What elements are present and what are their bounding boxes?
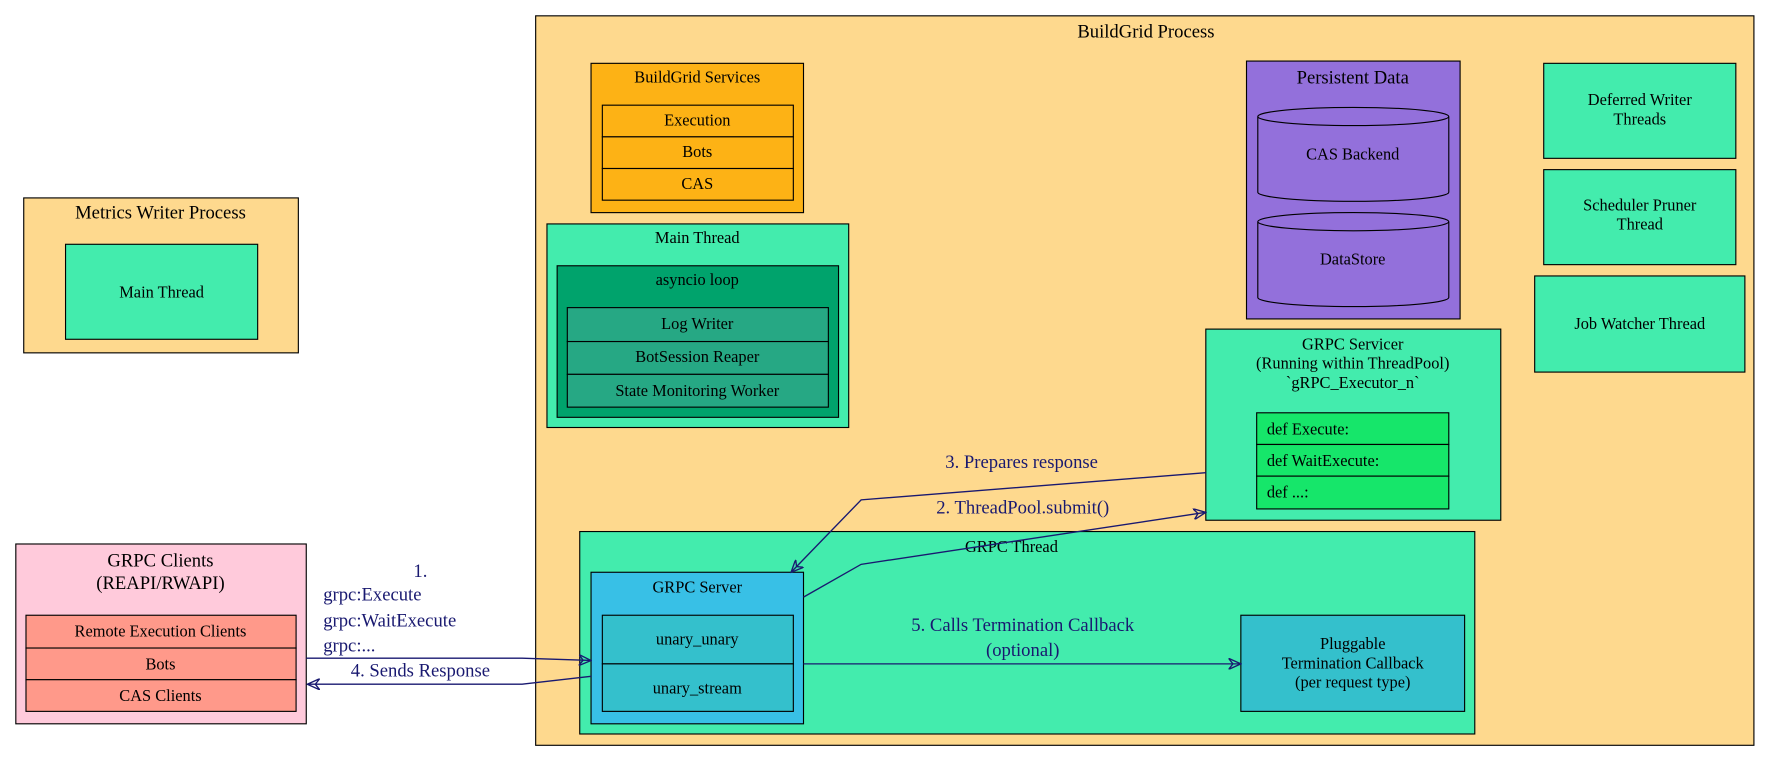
job-watcher-thread: Job Watcher Thread	[1534, 275, 1746, 373]
edge-2-label: 2. ThreadPool.submit()	[936, 497, 1109, 518]
clients-title: GRPC Clients	[107, 551, 213, 572]
edge-1-label: grpc:Execute	[323, 585, 421, 606]
deferred-label: Threads	[1613, 109, 1666, 128]
edge-1-label: grpc:WaitExecute	[323, 611, 456, 632]
clients-row-label: Bots	[145, 655, 175, 674]
services-row-label: Execution	[664, 111, 730, 130]
servicer-row-label: def Execute:	[1267, 419, 1349, 438]
buildgrid-services: BuildGrid Services Execution Bots CAS	[590, 62, 805, 214]
deferred-label: Deferred Writer	[1588, 90, 1693, 109]
asyncio-title: asyncio loop	[656, 270, 739, 289]
metrics-main-thread: Main Thread	[64, 243, 259, 340]
server-row-label: unary_unary	[656, 630, 740, 649]
main-thread: Main Thread asyncio loop Log Writer BotS…	[546, 223, 850, 429]
clients-row-label: Remote Execution Clients	[75, 622, 247, 641]
servicer-title: GRPC Servicer	[1302, 334, 1404, 353]
clients-row-label: CAS Clients	[119, 686, 201, 705]
clients-subtitle: (REAPI/RWAPI)	[96, 573, 224, 594]
pruner-label: Scheduler Pruner	[1583, 195, 1697, 214]
cas-backend-label: CAS Backend	[1306, 144, 1399, 163]
pruner-label: Thread	[1617, 215, 1663, 234]
services-row-label: Bots	[682, 142, 712, 161]
cas-backend-cylinder: CAS Backend	[1257, 106, 1450, 202]
server-row-label: unary_stream	[653, 678, 742, 697]
grpc-clients: GRPC Clients (REAPI/RWAPI) Remote Execut…	[15, 543, 307, 725]
services-row-label: CAS	[681, 174, 713, 193]
asyncio-row-label: State Monitoring Worker	[615, 381, 779, 400]
asyncio-row-label: Log Writer	[661, 314, 734, 333]
scheduler-pruner-thread: Scheduler Pruner Thread	[1543, 169, 1737, 266]
servicer-subtitle: (Running within ThreadPool)	[1256, 354, 1449, 373]
callback-label: Pluggable	[1320, 634, 1385, 653]
servicer-row-label: def WaitExecute:	[1267, 451, 1379, 470]
grpc-servicer: GRPC Servicer (Running within ThreadPool…	[1205, 328, 1502, 521]
architecture-diagram: Metrics Writer Process Main Thread GRPC …	[15, 15, 1755, 746]
edge-5-label: (optional)	[986, 640, 1059, 661]
edge-1-label: 1.	[413, 561, 427, 582]
edge-5-label: 5. Calls Termination Callback	[911, 615, 1135, 636]
server-title: GRPC Server	[652, 578, 742, 597]
servicer-row-label: def ...:	[1267, 483, 1309, 502]
services-title: BuildGrid Services	[634, 68, 760, 87]
metrics-writer-process: Metrics Writer Process Main Thread	[23, 197, 299, 354]
main-thread-title: Main Thread	[655, 228, 740, 247]
edge-4-label: 4. Sends Response	[351, 660, 490, 681]
grpc-server: GRPC Server unary_unary unary_stream	[590, 571, 805, 725]
termination-callback: Pluggable Termination Callback (per requ…	[1240, 614, 1466, 712]
datastore-label: DataStore	[1320, 250, 1385, 269]
callback-label: Termination Callback	[1282, 653, 1425, 672]
watcher-label: Job Watcher Thread	[1574, 314, 1705, 333]
buildgrid-title: BuildGrid Process	[1077, 21, 1214, 42]
servicer-executor-name: `gRPC_Executor_n`	[1286, 373, 1420, 392]
persistent-title: Persistent Data	[1297, 68, 1410, 89]
datastore-cylinder: DataStore	[1257, 212, 1450, 308]
deferred-writer-threads: Deferred Writer Threads	[1543, 62, 1737, 159]
edge-3-label: 3. Prepares response	[945, 452, 1098, 473]
buildgrid-process: BuildGrid Process BuildGrid Services Exe…	[535, 15, 1755, 746]
metrics-main-thread-label: Main Thread	[119, 282, 204, 301]
metrics-title: Metrics Writer Process	[75, 202, 246, 223]
callback-label: (per request type)	[1295, 673, 1410, 692]
persistent-data: Persistent Data CAS Backend DataStore	[1245, 60, 1461, 320]
asyncio-row-label: BotSession Reaper	[635, 347, 760, 366]
edge-1-label: grpc:...	[323, 635, 375, 656]
